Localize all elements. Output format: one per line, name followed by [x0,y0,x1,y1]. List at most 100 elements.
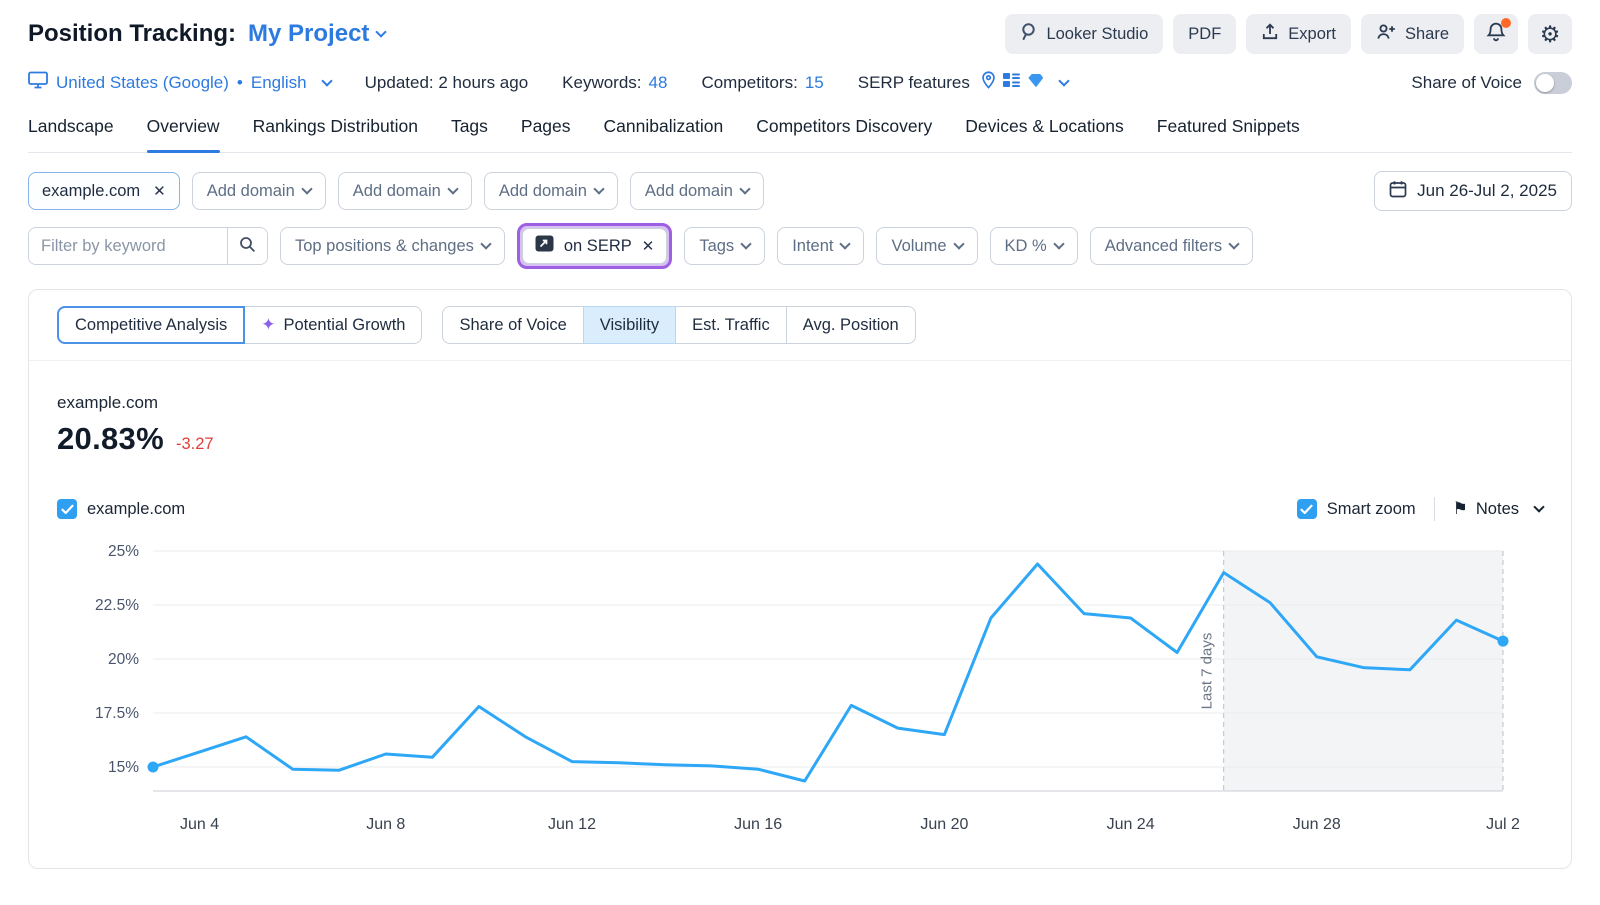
tab-rankings-distribution[interactable]: Rankings Distribution [253,116,418,152]
serp-features-selector[interactable]: SERP features [858,71,1068,94]
card-toggle-row: Competitive Analysis ✦ Potential Growth … [29,306,1571,361]
svg-text:Jun 8: Jun 8 [366,816,405,833]
looker-studio-button[interactable]: Looker Studio [1005,14,1163,54]
chevron-down-icon [1533,501,1544,512]
svg-text:Jun 4: Jun 4 [180,816,219,833]
chevron-down-icon [1228,238,1239,249]
metric-tab-est-traffic[interactable]: Est. Traffic [675,306,787,344]
add-domain-label: Add domain [499,182,587,201]
intent-label: Intent [792,237,833,256]
potential-growth-button[interactable]: ✦ Potential Growth [244,306,422,344]
competitive-analysis-button[interactable]: Competitive Analysis [57,306,245,344]
tags-filter[interactable]: Tags [684,227,765,265]
svg-text:Last 7 days: Last 7 days [1199,633,1216,710]
notes-flag-icon: ⚑ [1453,499,1468,519]
chart-controls: Smart zoom ⚑ Notes [1297,497,1543,521]
notifications-button[interactable] [1474,14,1518,54]
add-domain-button-2[interactable]: Add domain [338,172,472,210]
svg-text:Jun 16: Jun 16 [734,816,782,833]
keyword-filter-row: Top positions & changes on SERP ✕ Tags I… [28,223,1572,269]
project-name: My Project [248,20,369,48]
tab-pages[interactable]: Pages [521,116,571,152]
chevron-down-icon [447,183,458,194]
serp-feature-icon [535,235,554,257]
close-icon[interactable]: ✕ [153,184,166,199]
date-range-button[interactable]: Jun 26-Jul 2, 2025 [1374,171,1572,211]
export-button[interactable]: Export [1246,14,1351,54]
kd-filter[interactable]: KD % [990,227,1078,265]
kd-label: KD % [1005,237,1047,256]
date-range-label: Jun 26-Jul 2, 2025 [1417,181,1557,201]
metric-tab-avg-position[interactable]: Avg. Position [786,306,916,344]
share-label: Share [1405,25,1449,44]
serp-features-label: SERP features [858,73,970,93]
add-domain-button-4[interactable]: Add domain [630,172,764,210]
notes-label: Notes [1476,500,1519,519]
pdf-button[interactable]: PDF [1173,14,1236,54]
share-button[interactable]: Share [1361,14,1464,54]
updated-status: Updated: 2 hours ago [365,73,529,93]
close-icon[interactable]: ✕ [642,239,655,254]
share-person-icon [1376,23,1396,45]
sitelinks-icon [1003,72,1020,93]
tab-cannibalization[interactable]: Cannibalization [604,116,724,152]
competitors-value-link[interactable]: 15 [805,73,824,93]
tab-featured-snippets[interactable]: Featured Snippets [1157,116,1300,152]
add-domain-label: Add domain [207,182,295,201]
visibility-card: Competitive Analysis ✦ Potential Growth … [28,289,1572,869]
metric-tabs: Share of Voice Visibility Est. Traffic A… [442,306,915,344]
tags-label: Tags [699,237,734,256]
location-label: United States (Google) [56,73,229,93]
competitors-label: Competitors: [701,73,797,93]
domain-chip[interactable]: example.com ✕ [28,172,180,210]
chevron-down-icon [739,183,750,194]
visibility-chart[interactable]: 15%17.5%20%22.5%25%Last 7 daysJun 4Jun 8… [43,537,1543,837]
tab-tags[interactable]: Tags [451,116,488,152]
add-domain-button-1[interactable]: Add domain [192,172,326,210]
on-serp-filter[interactable]: on SERP ✕ [522,228,667,264]
svg-text:Jun 24: Jun 24 [1107,816,1155,833]
tab-landscape[interactable]: Landscape [28,116,114,152]
advanced-filters-button[interactable]: Advanced filters [1090,227,1253,265]
tab-overview[interactable]: Overview [147,116,220,152]
chevron-down-icon [1053,238,1064,249]
metric-value: 20.83% [57,421,164,457]
domain-filter-row: example.com ✕ Add domain Add domain Add … [28,171,1572,211]
domain-legend-checkbox[interactable] [57,499,77,519]
chevron-down-icon [480,238,491,249]
tab-competitors-discovery[interactable]: Competitors Discovery [756,116,932,152]
metric-tab-visibility[interactable]: Visibility [583,306,676,344]
volume-filter[interactable]: Volume [876,227,977,265]
potential-growth-label: Potential Growth [283,316,405,335]
keywords-value-link[interactable]: 48 [649,73,668,93]
header: Position Tracking: My Project Looker Stu… [28,14,1572,54]
volume-label: Volume [891,237,946,256]
language-label: English [251,73,307,93]
looker-studio-label: Looker Studio [1046,25,1148,44]
svg-text:15%: 15% [108,759,139,776]
tab-devices-locations[interactable]: Devices & Locations [965,116,1124,152]
svg-text:Jun 28: Jun 28 [1293,816,1341,833]
search-button[interactable] [227,228,267,264]
location-language-selector[interactable]: United States (Google) • English [28,71,331,94]
settings-button[interactable]: ⚙ [1528,14,1572,54]
add-domain-button-3[interactable]: Add domain [484,172,618,210]
svg-text:20%: 20% [108,651,139,668]
analysis-mode-toggle: Competitive Analysis ✦ Potential Growth [57,306,422,344]
smart-zoom-checkbox[interactable] [1297,499,1317,519]
metric-tab-share-of-voice[interactable]: Share of Voice [442,306,583,344]
top-positions-filter[interactable]: Top positions & changes [280,227,505,265]
svg-text:Jun 12: Jun 12 [548,816,596,833]
project-selector[interactable]: My Project [248,20,385,48]
pdf-label: PDF [1188,25,1221,44]
notes-button[interactable]: ⚑ Notes [1453,499,1543,519]
chevron-down-icon [1058,75,1069,86]
chart-legend-row: example.com Smart zoom ⚑ Notes [29,497,1571,521]
add-domain-label: Add domain [645,182,733,201]
share-of-voice-toggle[interactable] [1534,72,1572,94]
intent-filter[interactable]: Intent [777,227,864,265]
notification-dot [1501,18,1511,28]
keywords-label: Keywords: [562,73,641,93]
metric-summary: example.com 20.83% -3.27 [29,393,1571,457]
keyword-filter-input[interactable] [29,228,227,264]
